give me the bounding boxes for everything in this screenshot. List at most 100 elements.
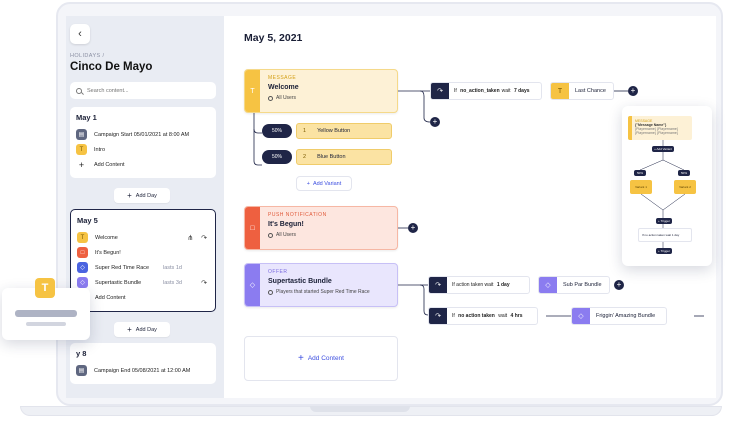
variant-2[interactable]: 50% 2 Blue Button [262, 149, 392, 165]
node-name: Welcome [268, 84, 299, 91]
target-friggin-amazing-bundle[interactable]: ◇ Friggin' Amazing Bundle [571, 307, 667, 325]
offer-icon: ◇ [77, 262, 88, 273]
cond-if: If [452, 313, 455, 319]
push-icon: □ [77, 247, 88, 258]
variant-split: 50% [262, 124, 292, 138]
calendar-icon: ▤ [76, 365, 87, 376]
message-node[interactable]: T MESSAGE Welcome All Users [244, 69, 398, 113]
list-item[interactable]: T Welcome ⋔ ↷ [77, 230, 209, 245]
day-card-may-1[interactable]: May 1 ▤ Campaign Start 05/01/2021 at 8:00… [70, 107, 216, 178]
search-box[interactable] [70, 82, 216, 99]
condition-action-1-day[interactable]: ↷ If action taken wait 1 day [428, 276, 530, 294]
add-content-button[interactable]: +Add Content [77, 290, 209, 305]
placeholder-bar [26, 322, 66, 326]
text-icon: T [77, 232, 88, 243]
text-icon: T [76, 144, 87, 155]
add-day-button[interactable]: + Add Day [114, 188, 170, 203]
variant-label: Yellow Button [317, 128, 351, 134]
list-item[interactable]: □ It's Begun! [77, 245, 209, 260]
push-icon: □ [245, 207, 260, 249]
forward-icon[interactable]: ↷ [201, 234, 207, 242]
day-card-may-5[interactable]: May 5 T Welcome ⋔ ↷ □ It's Begun! ◇ Super Re… [70, 209, 216, 312]
list-item[interactable]: ▤ Campaign Start 05/01/2021 at 8:00 AM [76, 127, 210, 142]
forward-icon: ↷ [429, 308, 447, 324]
target-label: Last Chance [575, 88, 606, 94]
offer-icon: ◇ [539, 277, 557, 293]
cond-trigger: no_action_taken [460, 88, 500, 94]
template-card: T [2, 278, 90, 340]
plus-icon: + [616, 280, 622, 289]
condition-no-action-7-days[interactable]: ↷ If no_action_taken wait 7 days [430, 82, 542, 100]
audience-label: Players that started Super Red Time Race [276, 289, 370, 295]
offer-icon: ◇ [245, 264, 260, 306]
variant-box[interactable]: 2 Blue Button [296, 149, 392, 165]
row-actions: ↷ [201, 279, 207, 287]
plus-icon: + [127, 325, 132, 334]
node-audience: Players that started Super Red Time Race [268, 289, 370, 295]
add-content-button[interactable]: +Add Content [244, 336, 398, 381]
target-last-chance[interactable]: T Last Chance [550, 82, 614, 100]
mini-flow-card: MESSAGE {"Message Name"} {Playername} {P… [622, 106, 712, 266]
list-item[interactable]: ◇ Supertastic Bundle lasts 3d ↷ [77, 275, 209, 290]
breadcrumb[interactable]: HOLIDAYS / [70, 53, 104, 59]
cond-duration: 4 hrs [510, 313, 523, 319]
audience-icon [268, 232, 273, 238]
plus-icon: + [432, 117, 438, 126]
mini-connectors [639, 140, 686, 248]
forward-icon[interactable]: ↷ [201, 279, 207, 287]
app-screen: ‹ HOLIDAYS / Cinco De Mayo May 1 ▤ Campai… [66, 16, 716, 398]
cond-trigger: no action taken [458, 313, 495, 319]
condition-no-action-4-hrs[interactable]: ↷ If no action taken wait 4 hrs [428, 307, 538, 325]
add-variant-button[interactable]: + Add Variant [296, 176, 352, 191]
item-label: Supertastic Bundle [95, 279, 142, 286]
add-day-button[interactable]: + Add Day [114, 322, 170, 337]
plus-icon: + [410, 223, 416, 232]
add-day-label: Add Day [135, 326, 157, 333]
cond-trigger: action taken [456, 282, 484, 288]
list-item[interactable]: ▤ Campaign End 05/08/2021 at 12:00 AM [76, 363, 210, 378]
offer-node[interactable]: ◇ OFFER Supertastic Bundle Players that … [244, 263, 398, 307]
add-content-button[interactable]: +Add Content [76, 157, 210, 172]
chevron-left-icon: ‹ [78, 28, 82, 40]
node-name: Supertastic Bundle [268, 278, 332, 285]
back-button[interactable]: ‹ [70, 24, 90, 44]
add-step-button[interactable]: + [408, 223, 418, 233]
day-title: May 1 [76, 113, 97, 122]
plus-icon: + [78, 159, 85, 170]
node-type: PUSH NOTIFICATION [268, 212, 327, 218]
variant-label: Blue Button [317, 154, 346, 160]
add-step-button[interactable]: + [628, 86, 638, 96]
cond-duration: 7 days [513, 88, 530, 94]
push-node[interactable]: □ PUSH NOTIFICATION It's Begun! All User… [244, 206, 398, 250]
add-step-button[interactable]: + [614, 280, 624, 290]
text-icon: T [35, 278, 55, 298]
split-icon[interactable]: ⋔ [187, 234, 193, 242]
search-icon [76, 87, 82, 94]
calendar-icon: ▤ [76, 129, 87, 140]
item-label: It's Begun! [95, 249, 121, 256]
node-name: It's Begun! [268, 221, 304, 228]
duration-label: lasts 3d [163, 279, 182, 286]
search-input[interactable] [87, 87, 197, 94]
variant-box[interactable]: 1 Yellow Button [296, 123, 392, 139]
item-label: Add Content [95, 294, 126, 301]
row-actions: ⋔ ↷ [187, 234, 207, 242]
node-audience: All Users [268, 95, 299, 101]
offer-icon: ◇ [572, 308, 590, 324]
variant-split: 50% [262, 150, 292, 164]
node-audience: All Users [268, 232, 327, 238]
cond-wait: wait [501, 88, 511, 94]
audience-icon [268, 289, 273, 295]
audience-label: All Users [276, 232, 297, 238]
cond-wait: wait [484, 282, 494, 288]
item-label: Campaign Start 05/01/2021 at 8:00 AM [94, 131, 190, 138]
item-label: Super Red Time Race [95, 264, 150, 271]
day-card-may-8[interactable]: y 8 ▤ Campaign End 05/08/2021 at 12:00 AM [70, 343, 216, 384]
target-sub-par-bundle[interactable]: ◇ Sub Par Bundle [538, 276, 610, 294]
day-title: May 5 [77, 216, 98, 225]
list-item[interactable]: ◇ Super Red Time Race lasts 1d [77, 260, 209, 275]
add-branch-button[interactable]: + [430, 117, 440, 127]
variant-1[interactable]: 50% 1 Yellow Button [262, 123, 392, 139]
list-item[interactable]: T Intro [76, 142, 210, 157]
plus-icon: + [306, 180, 310, 187]
